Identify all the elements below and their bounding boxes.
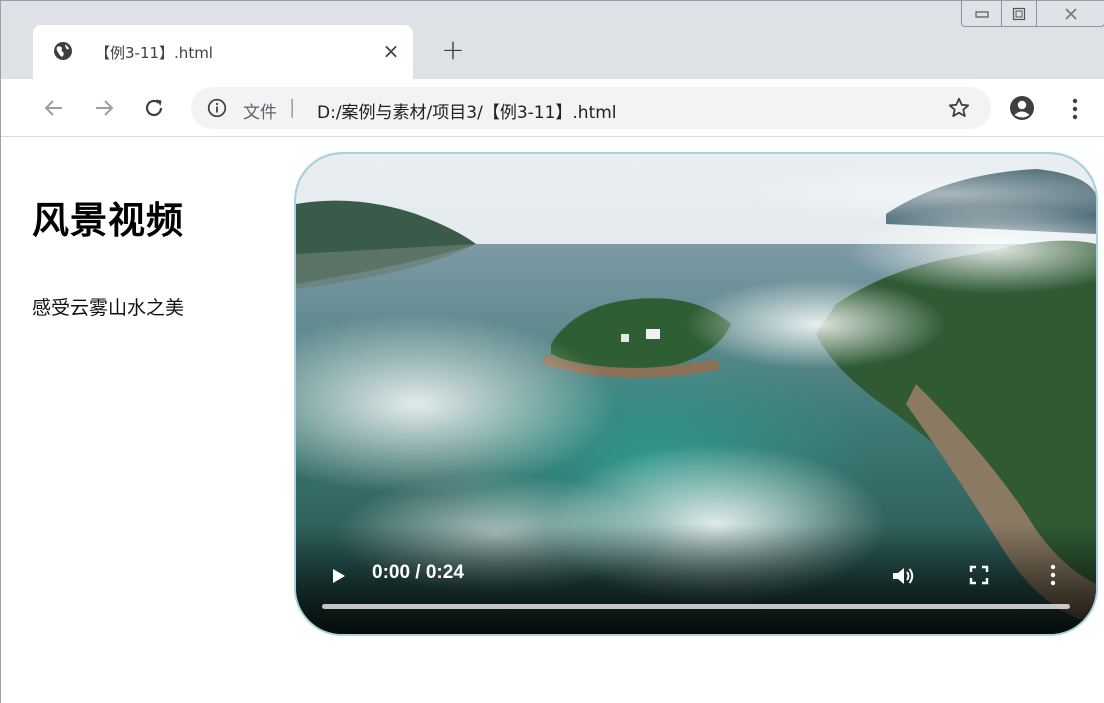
address-bar[interactable]: 文件 | D:/案例与素材/项目3/【例3-11】.html [191,87,991,129]
globe-icon [54,42,72,60]
page-content: 风景视频 感受云雾山水之美 0:00 / 0:24 [2,138,1104,703]
browser-toolbar: 文件 | D:/案例与素材/项目3/【例3-11】.html [1,79,1104,137]
url-separator: | [289,96,296,118]
star-icon[interactable] [947,96,971,120]
fullscreen-icon[interactable] [968,564,990,586]
new-tab-button[interactable]: + [439,36,467,64]
minimize-icon [974,10,989,18]
info-icon[interactable] [207,98,227,118]
browser-window: 【例3-11】.html × + 文件 | D:/案例与素材/项目3/【例3-1… [0,0,1104,703]
page-description: 感受云雾山水之美 [32,297,185,319]
play-icon[interactable] [326,564,350,588]
page-heading: 风景视频 [32,199,184,242]
arrow-right-icon [96,100,114,116]
reload-button[interactable] [139,93,169,123]
reload-icon [145,99,163,117]
minimize-button[interactable] [961,1,1002,27]
forward-button[interactable] [89,93,119,123]
more-options-icon[interactable] [1048,562,1058,588]
maximize-button[interactable] [1001,1,1037,27]
video-player[interactable]: 0:00 / 0:24 [294,152,1098,636]
video-controls: 0:00 / 0:24 [296,524,1096,634]
window-close-button[interactable] [1036,1,1104,27]
volume-icon[interactable] [890,564,916,588]
tab-title: 【例3-11】.html [95,44,213,62]
url-text[interactable]: D:/案例与素材/项目3/【例3-11】.html [317,98,617,123]
video-time: 0:00 / 0:24 [372,562,464,583]
tab-close-button[interactable]: × [379,37,403,65]
tab-strip: 【例3-11】.html × + [1,1,1104,79]
close-icon [1064,7,1077,20]
profile-icon[interactable] [1009,95,1035,121]
back-button[interactable] [39,93,69,123]
kebab-menu-icon[interactable] [1067,96,1083,122]
maximize-icon [1012,7,1026,20]
arrow-left-icon [44,100,62,116]
scheme-label: 文件 [243,103,277,123]
video-progress-bar[interactable] [322,604,1070,609]
tab-active[interactable]: 【例3-11】.html × [33,25,413,79]
